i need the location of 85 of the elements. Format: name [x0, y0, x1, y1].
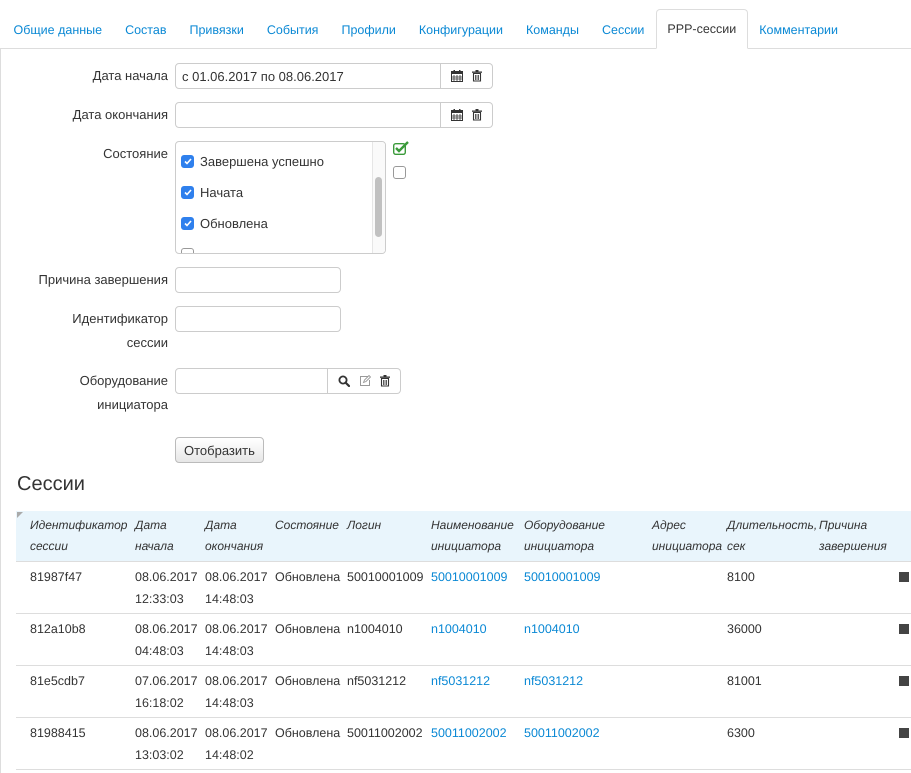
field-label: Причина завершения [38, 271, 168, 289]
table-link[interactable]: nf5031212 [524, 674, 584, 688]
table-cell: Обновлена [271, 562, 343, 614]
table-cell: 812a10b8 [16, 614, 131, 666]
table-cell-text: 14:48:03 [205, 591, 255, 608]
table-cell-text: 08.06.2017 [135, 621, 199, 638]
table-cell: 81001 [723, 666, 815, 718]
table-cell-text: 14:48:03 [205, 695, 255, 712]
table-link[interactable]: 50010001009 [431, 570, 508, 584]
tab[interactable]: PPP-сессии [656, 9, 748, 49]
submit-button[interactable]: Отобразить [175, 437, 264, 463]
calendar-icon[interactable] [451, 109, 463, 121]
column-header[interactable]: Логин [347, 515, 382, 536]
date-field[interactable]: с 01.06.2017 по 08.06.2017 [175, 63, 441, 89]
table-cell: 81988415 [16, 718, 131, 770]
table-link[interactable]: n1004010 [431, 622, 487, 636]
tab[interactable]: Общие данные [2, 10, 114, 49]
table-link[interactable]: 50010001009 [524, 570, 600, 584]
tab[interactable]: События [255, 10, 330, 49]
uncheck-all-icon[interactable] [393, 166, 406, 179]
table-link[interactable]: 50011002002 [524, 726, 600, 740]
table-cell: Обновлена [271, 718, 343, 770]
tab[interactable]: Команды [514, 10, 590, 49]
table-cell-text: 08.06.2017 [135, 725, 199, 742]
tab[interactable]: Комментарии [748, 10, 850, 49]
checkbox[interactable] [181, 186, 194, 199]
field-label: Дата окончания [72, 106, 168, 124]
text-field[interactable] [175, 306, 341, 332]
checkmark-icon [184, 189, 192, 196]
trash-icon[interactable] [472, 109, 482, 121]
table-cell-text: 16:18:02 [135, 695, 185, 712]
status-list[interactable]: Завершена успешно Начата Обновлена [175, 141, 386, 254]
trash-icon[interactable] [472, 70, 482, 82]
table-cell-text: 08.06.2017 [135, 569, 199, 586]
table-cell: 50010001009 [343, 562, 427, 614]
date-field[interactable] [175, 102, 441, 128]
tab[interactable]: Состав [114, 10, 178, 49]
section-title: Сессии [17, 472, 86, 497]
table-cell: 6300 [723, 718, 815, 770]
checkbox-label[interactable]: Завершена успешно [200, 154, 324, 169]
table-cell-text: 14:48:02 [205, 747, 255, 764]
table-cell-text: 14:48:03 [205, 643, 255, 660]
field-label: Состояние [102, 145, 168, 163]
table-link[interactable]: n1004010 [524, 622, 580, 636]
tab[interactable]: Конфигурации [407, 10, 514, 49]
table-cell: nf5031212 [343, 666, 427, 718]
scrollbar[interactable] [372, 142, 385, 253]
checkbox[interactable] [181, 155, 194, 168]
checkmark-icon [184, 220, 192, 227]
table-cell: 50011002002 [343, 718, 427, 770]
equipment-field[interactable] [175, 368, 328, 394]
table-cell-text: 08.06.2017 [205, 621, 269, 638]
table-cell-text: 08.06.2017 [205, 569, 269, 586]
table-cell-text: 08.06.2017 [205, 725, 269, 742]
corner-triangle-icon [17, 512, 23, 518]
search-icon[interactable] [338, 375, 350, 387]
calendar-icon[interactable] [451, 70, 463, 82]
table-cell: Обновлена [271, 614, 343, 666]
table-cell: 81987f47 [16, 562, 131, 614]
checkbox-label[interactable]: Обновлена [200, 216, 268, 231]
table-link[interactable]: 50011002002 [431, 726, 507, 740]
field-label: Оборудование инициатора [78, 372, 168, 414]
tab[interactable]: Профили [330, 10, 408, 49]
table-cell-text: 08.06.2017 [205, 673, 269, 690]
edit-icon[interactable] [359, 375, 371, 387]
table-cell-text: 04:48:03 [135, 643, 185, 660]
trash-icon[interactable] [380, 375, 390, 387]
table-cell: n1004010 [343, 614, 427, 666]
table-link[interactable]: nf5031212 [431, 674, 490, 688]
field-label: Дата начала [92, 67, 168, 85]
table-cell-text: 12:33:03 [135, 591, 185, 608]
tab[interactable]: Привязки [178, 10, 256, 49]
field-label: Идентификатор сессии [71, 310, 168, 352]
table-cell: 36000 [723, 614, 815, 666]
checkbox-label[interactable]: Начата [200, 185, 244, 200]
table-cell: Обновлена [271, 666, 343, 718]
table-cell-text: 07.06.2017 [135, 673, 199, 690]
table-cell: 81e5cdb7 [16, 666, 131, 718]
tab[interactable]: Сессии [590, 10, 656, 49]
check-all-icon[interactable] [393, 141, 409, 155]
table-cell-text: 13:03:02 [135, 747, 185, 764]
table-cell: 8100 [723, 562, 815, 614]
checkbox[interactable] [181, 217, 194, 230]
text-field[interactable] [175, 267, 341, 293]
checkmark-icon [184, 158, 192, 165]
